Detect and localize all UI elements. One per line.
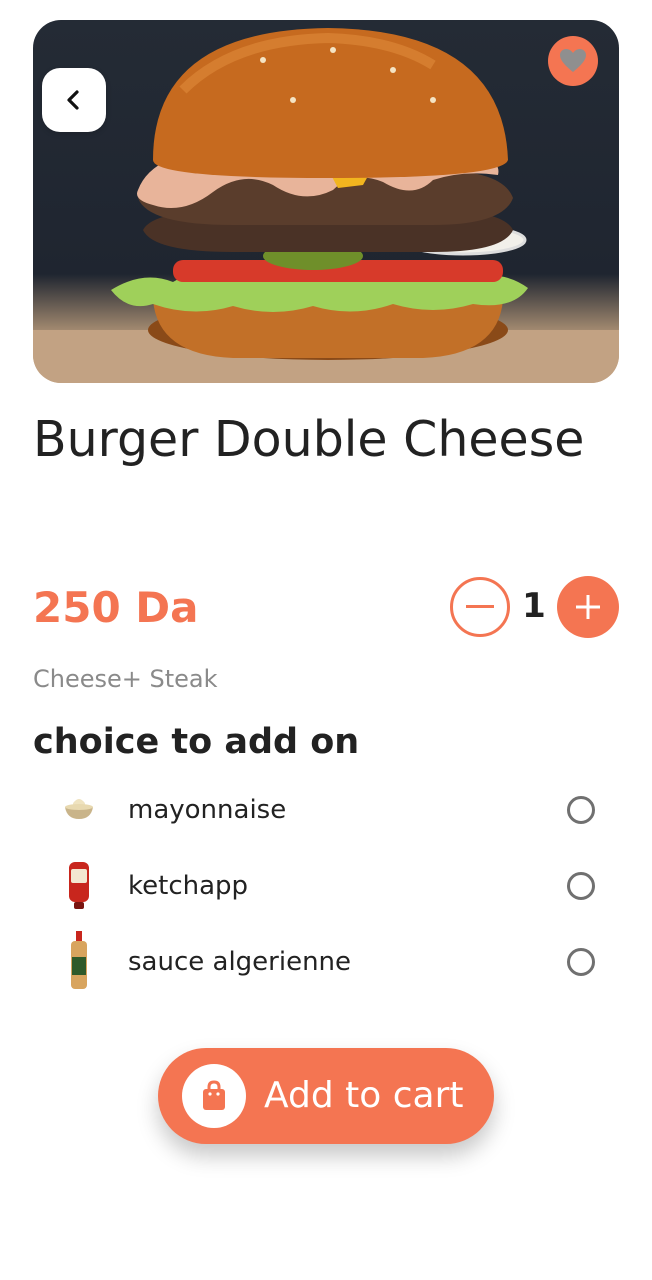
decrement-button[interactable]: [450, 577, 510, 637]
heart-icon: [560, 49, 586, 72]
addon-label: sauce algerienne: [128, 947, 352, 977]
addon-label: mayonnaise: [128, 795, 287, 825]
quantity-value: 1: [522, 586, 546, 626]
addon-radio[interactable]: [567, 872, 595, 900]
product-image: [33, 20, 619, 383]
plus-icon: [576, 595, 600, 619]
mayonnaise-bowl-icon: [55, 780, 103, 840]
addon-radio[interactable]: [567, 796, 595, 824]
product-price: 250 Da: [33, 583, 199, 632]
addon-item-mayonnaise[interactable]: mayonnaise: [55, 780, 615, 840]
ketchup-bottle-icon: [55, 856, 103, 916]
add-to-cart-button[interactable]: Add to cart: [158, 1048, 494, 1144]
addon-radio[interactable]: [567, 948, 595, 976]
add-to-cart-label: Add to cart: [264, 1075, 464, 1116]
sauce-bottle-icon: [55, 931, 103, 992]
product-title: Burger Double Cheese: [33, 411, 585, 468]
product-description: Cheese+ Steak: [33, 665, 218, 693]
addon-item-ketchapp[interactable]: ketchapp: [55, 856, 615, 916]
minus-icon: [466, 605, 494, 608]
back-button[interactable]: [42, 68, 106, 132]
burger-illustration: [33, 28, 619, 383]
addons-heading: choice to add on: [33, 722, 360, 762]
shopping-bag-icon: [182, 1064, 246, 1128]
addon-label: ketchapp: [128, 871, 249, 901]
chevron-left-icon: [67, 90, 79, 110]
increment-button[interactable]: [557, 576, 619, 638]
favorite-button[interactable]: [548, 36, 598, 86]
addon-item-sauce-algerienne[interactable]: sauce algerienne: [55, 931, 615, 992]
